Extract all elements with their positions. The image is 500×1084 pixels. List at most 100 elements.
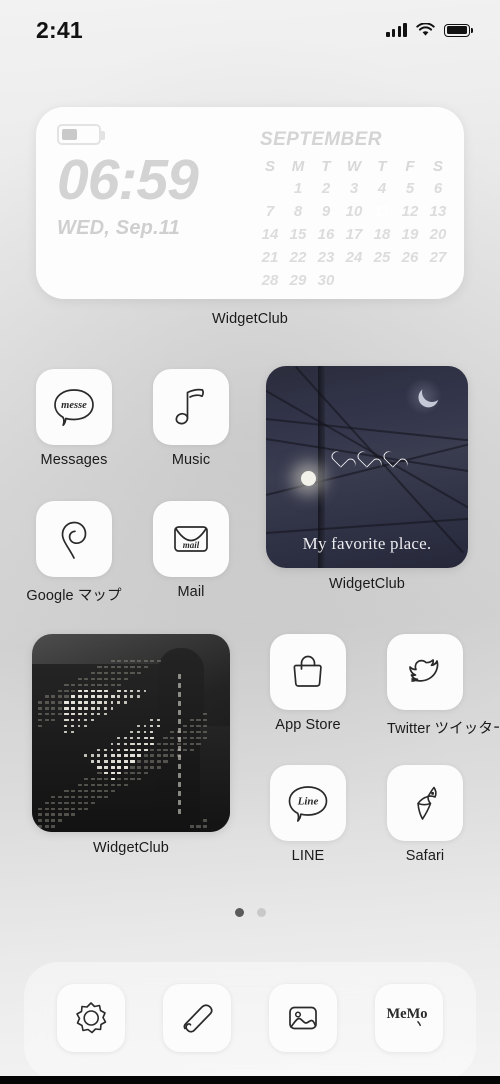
speech-bubble-icon: messe (54, 389, 94, 427)
calendar-weekday-6: S (432, 158, 443, 175)
app-mail[interactable]: mail Mail (153, 501, 229, 600)
dock-item-memo[interactable]: MeMo ヽ (375, 984, 443, 1052)
page-dot-0[interactable] (234, 908, 244, 917)
calendar-day-25: 25 (373, 249, 391, 266)
calendar-day-29: 29 (289, 272, 307, 289)
building-window-light (97, 748, 101, 751)
building-window-light (110, 683, 115, 686)
bird-icon (409, 659, 439, 682)
dock-item-settings[interactable] (57, 984, 125, 1052)
building-window-light (64, 795, 69, 799)
building-window-light (117, 665, 122, 669)
app-app-store[interactable]: App Store (270, 634, 346, 733)
building-photo-widget[interactable]: WidgetClub (32, 634, 230, 856)
messages-icon-tile[interactable]: messe (36, 369, 112, 445)
building-window-light (38, 707, 43, 710)
building-window-light (178, 737, 181, 742)
building-window-light (97, 707, 101, 710)
building-window-light (123, 742, 127, 745)
building-window-light (110, 665, 115, 669)
google-maps-icon-tile[interactable] (36, 501, 112, 577)
app-safari[interactable]: Safari (387, 765, 463, 864)
page-dot-1[interactable] (256, 908, 266, 917)
building-window-light (117, 783, 122, 787)
dock-item-photos[interactable] (269, 984, 337, 1052)
building-window-light (77, 707, 82, 710)
building-window-light (183, 724, 188, 728)
building-window-light (178, 692, 181, 697)
app-messages[interactable]: messe Messages (36, 369, 112, 468)
building-window-light (64, 707, 69, 710)
building-window-light (90, 701, 95, 704)
building-window-light (90, 795, 95, 799)
building-window-light (104, 783, 109, 787)
app-music[interactable]: Music (153, 369, 229, 468)
sky-photo-widget[interactable]: My favorite place. WidgetClub (266, 366, 468, 592)
calendar-day-5: 5 (405, 180, 415, 197)
building-window-light (110, 701, 114, 704)
building-window-light (71, 807, 76, 810)
building-window-light (44, 813, 49, 816)
building-window-light (163, 736, 168, 740)
building-window-light (71, 689, 76, 692)
building-window-light (38, 813, 43, 816)
building-window-light (170, 742, 175, 745)
building-window-light (104, 689, 109, 692)
dock-item-phone[interactable] (163, 984, 231, 1052)
app-label-app-store: App Store (275, 717, 341, 733)
building-window-light (51, 701, 56, 704)
building-window-light (90, 754, 94, 757)
building-window-light (110, 766, 115, 769)
building-window-light (130, 671, 135, 675)
sky-widget-label: WidgetClub (329, 576, 405, 592)
building-window-light (196, 730, 201, 734)
building-window-light (178, 800, 181, 805)
twitter-icon-tile[interactable] (387, 634, 463, 710)
svg-text:mail: mail (183, 540, 200, 550)
building-window-light (110, 760, 115, 763)
building-window-light (97, 689, 102, 692)
building-window-light (97, 760, 101, 763)
building-window-light (137, 665, 142, 669)
building-window-light (38, 724, 43, 728)
app-label-mail: Mail (177, 584, 205, 600)
building-window-light (123, 665, 128, 669)
clock-calendar-widget[interactable]: 06:59 WED, Sep.11 SEPTEMBER SMTWTFS .123… (36, 107, 464, 299)
building-window-light (123, 748, 128, 751)
memo-icon: MeMo ヽ (386, 1006, 427, 1030)
building-window-light (163, 754, 168, 757)
map-pin-icon (61, 521, 87, 559)
building-window-light (130, 730, 134, 734)
building-photo-frame[interactable] (32, 634, 230, 832)
building-window-light (163, 760, 168, 763)
building-window-light (170, 748, 175, 751)
calendar-month-label: SEPTEMBER (260, 129, 382, 150)
building-window-light (196, 825, 201, 828)
mail-icon-tile[interactable]: mail (153, 501, 229, 577)
line-icon-tile[interactable]: Line (270, 765, 346, 841)
app-store-icon-tile[interactable] (270, 634, 346, 710)
building-window-light (178, 719, 181, 724)
svg-text:Line: Line (297, 796, 319, 808)
building-window-light (110, 754, 115, 757)
building-window-light (137, 730, 140, 734)
building-window-light (71, 701, 76, 704)
calendar-day-2: 2 (321, 180, 331, 197)
picture-frame-icon (289, 1006, 317, 1030)
power-wire (266, 418, 468, 445)
building-window-light (156, 742, 161, 745)
app-line[interactable]: Line LINE (270, 765, 346, 864)
building-window-light (57, 819, 62, 822)
music-icon-tile[interactable] (153, 369, 229, 445)
building-window-light (77, 783, 82, 787)
page-indicator-dots[interactable] (0, 908, 500, 917)
building-window-light (57, 695, 62, 698)
building-window-light (137, 689, 140, 692)
safari-icon-tile[interactable] (387, 765, 463, 841)
sky-photo-frame[interactable]: My favorite place. (266, 366, 468, 568)
building-window-light (130, 660, 135, 663)
building-window-light (51, 695, 56, 698)
app-twitter[interactable]: Twitter ツイッター (387, 634, 499, 738)
app-google-maps[interactable]: Google マップ (26, 501, 122, 605)
building-window-light (143, 766, 148, 769)
